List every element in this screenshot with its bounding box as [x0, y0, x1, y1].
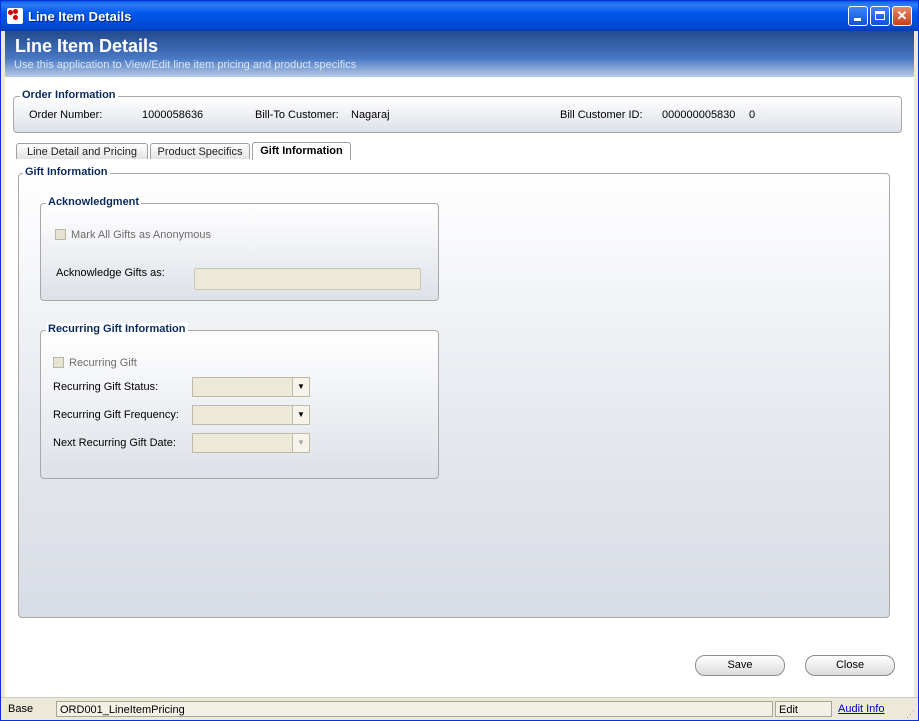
- bill-customer-id-value: 000000005830: [662, 109, 736, 121]
- app-window: Line Item Details ✕ Line Item Details Us…: [0, 0, 919, 721]
- close-button[interactable]: Close: [805, 655, 895, 676]
- tab-line-detail-and-pricing[interactable]: Line Detail and Pricing: [16, 143, 148, 159]
- page-title: Line Item Details: [15, 36, 159, 56]
- bill-customer-id-label: Bill Customer ID:: [560, 109, 643, 121]
- minimize-icon: [854, 18, 861, 21]
- order-information-legend: Order Information: [20, 89, 118, 101]
- anonymous-gifts-checkbox[interactable]: [55, 229, 66, 240]
- recurring-gift-legend: Recurring Gift Information: [46, 323, 188, 335]
- chevron-down-icon[interactable]: ▼: [292, 378, 309, 396]
- title-bar[interactable]: Line Item Details ✕: [1, 1, 918, 31]
- window-title: Line Item Details: [28, 9, 132, 24]
- acknowledge-gifts-as-label: Acknowledge Gifts as:: [56, 267, 165, 279]
- chevron-down-icon[interactable]: ▼: [292, 406, 309, 424]
- recurring-gift-status-select[interactable]: ▼: [192, 377, 310, 397]
- anonymous-gifts-label: Mark All Gifts as Anonymous: [71, 229, 211, 241]
- order-number-label: Order Number:: [29, 109, 103, 121]
- recurring-gift-frequency-select[interactable]: ▼: [192, 405, 310, 425]
- bill-to-customer-label: Bill-To Customer:: [255, 109, 339, 121]
- recurring-gift-frequency-label: Recurring Gift Frequency:: [53, 409, 179, 421]
- close-window-button[interactable]: ✕: [892, 6, 912, 26]
- resize-grip-icon[interactable]: ⋰: [906, 709, 916, 719]
- status-app-id: ORD001_LineItemPricing: [56, 701, 773, 717]
- page-subtitle: Use this application to View/Edit line i…: [14, 59, 357, 71]
- maximize-icon: [875, 11, 885, 20]
- recurring-gift-label: Recurring Gift: [69, 357, 137, 369]
- next-recurring-gift-date-picker[interactable]: ▼: [192, 433, 310, 453]
- chevron-down-icon[interactable]: ▼: [292, 434, 309, 452]
- acknowledge-gifts-as-input[interactable]: [194, 268, 421, 290]
- tab-product-specifics[interactable]: Product Specifics: [150, 143, 250, 159]
- recurring-gift-status-label: Recurring Gift Status:: [53, 381, 159, 393]
- next-recurring-gift-date-label: Next Recurring Gift Date:: [53, 437, 176, 449]
- order-number-value: 1000058636: [142, 109, 204, 121]
- close-icon: ✕: [896, 8, 908, 23]
- acknowledgment-legend: Acknowledgment: [46, 196, 142, 208]
- status-bar: Base ORD001_LineItemPricing Edit Audit I…: [1, 697, 918, 720]
- status-base: Base: [8, 703, 34, 715]
- maximize-button[interactable]: [870, 6, 890, 26]
- recurring-gift-checkbox[interactable]: [53, 357, 64, 368]
- gift-information-legend: Gift Information: [23, 166, 110, 178]
- tab-gift-information[interactable]: Gift Information: [252, 142, 351, 160]
- app-logo-icon: [7, 8, 23, 24]
- bill-customer-id-suffix: 0: [749, 109, 756, 121]
- audit-info-link[interactable]: Audit Info: [838, 701, 898, 717]
- status-mode: Edit: [775, 701, 832, 717]
- bill-to-customer-value: Nagaraj: [351, 109, 390, 121]
- app-header: Line Item Details Use this application t…: [5, 31, 914, 77]
- minimize-button[interactable]: [848, 6, 868, 26]
- save-button[interactable]: Save: [695, 655, 785, 676]
